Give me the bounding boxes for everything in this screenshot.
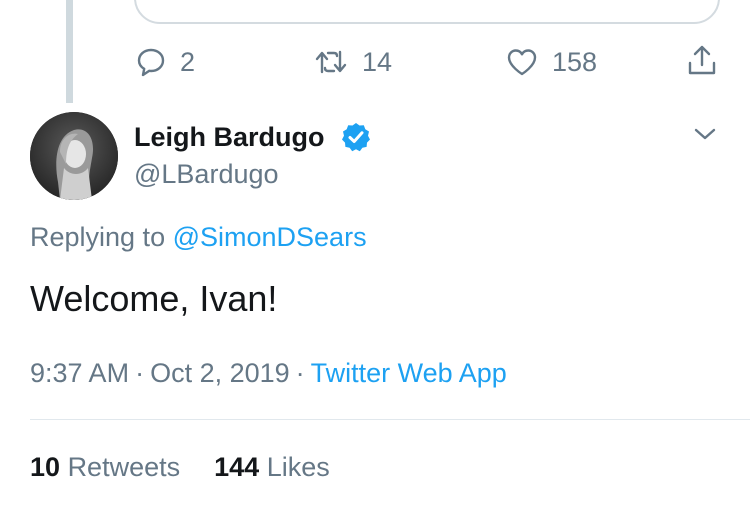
retweets-stat[interactable]: 10 Retweets xyxy=(30,452,180,482)
like-action[interactable]: 158 xyxy=(506,44,597,80)
replying-to-line: Replying to @SimonDSears xyxy=(30,222,367,253)
quoted-tweet-card[interactable] xyxy=(134,0,720,24)
likes-label: Likes xyxy=(266,452,330,482)
verified-badge-icon xyxy=(340,121,372,153)
likes-count: 144 xyxy=(214,452,260,482)
like-count: 158 xyxy=(552,46,598,77)
tweet-source[interactable]: Twitter Web App xyxy=(311,358,507,388)
replying-prefix: Replying to xyxy=(30,222,173,252)
reply-icon xyxy=(136,47,166,77)
meta-separator: · xyxy=(135,358,145,388)
reply-action[interactable]: 2 xyxy=(136,44,195,80)
tweet-text: Welcome, Ivan! xyxy=(30,278,278,319)
tweet-meta: 9:37 AM · Oct 2, 2019 · Twitter Web App xyxy=(30,358,507,389)
tweet-detail-page: 2 14 158 Leigh Bardugo @LBardugo Replyin… xyxy=(0,0,750,510)
replying-to-mention[interactable]: @SimonDSears xyxy=(173,222,367,252)
tweet-time[interactable]: 9:37 AM xyxy=(30,358,129,388)
retweets-label: Retweets xyxy=(67,452,181,482)
divider xyxy=(30,419,750,420)
share-icon xyxy=(686,43,718,77)
chevron-down-icon[interactable] xyxy=(692,121,718,147)
reply-count: 2 xyxy=(180,46,196,77)
retweets-count: 10 xyxy=(30,452,61,482)
author-handle[interactable]: @LBardugo xyxy=(134,159,279,190)
share-action[interactable] xyxy=(686,42,718,78)
author-name[interactable]: Leigh Bardugo xyxy=(134,122,325,153)
avatar[interactable] xyxy=(30,112,118,200)
likes-stat[interactable]: 144 Likes xyxy=(214,452,330,482)
retweet-icon xyxy=(314,47,348,77)
tweet-date[interactable]: Oct 2, 2019 xyxy=(150,358,290,388)
thread-connector-line xyxy=(66,0,73,103)
retweet-count: 14 xyxy=(362,46,393,77)
retweet-action[interactable]: 14 xyxy=(314,44,392,80)
heart-icon xyxy=(506,47,538,77)
tweet-stats: 10 Retweets 144 Likes xyxy=(30,452,330,483)
meta-separator-2: · xyxy=(295,358,305,388)
